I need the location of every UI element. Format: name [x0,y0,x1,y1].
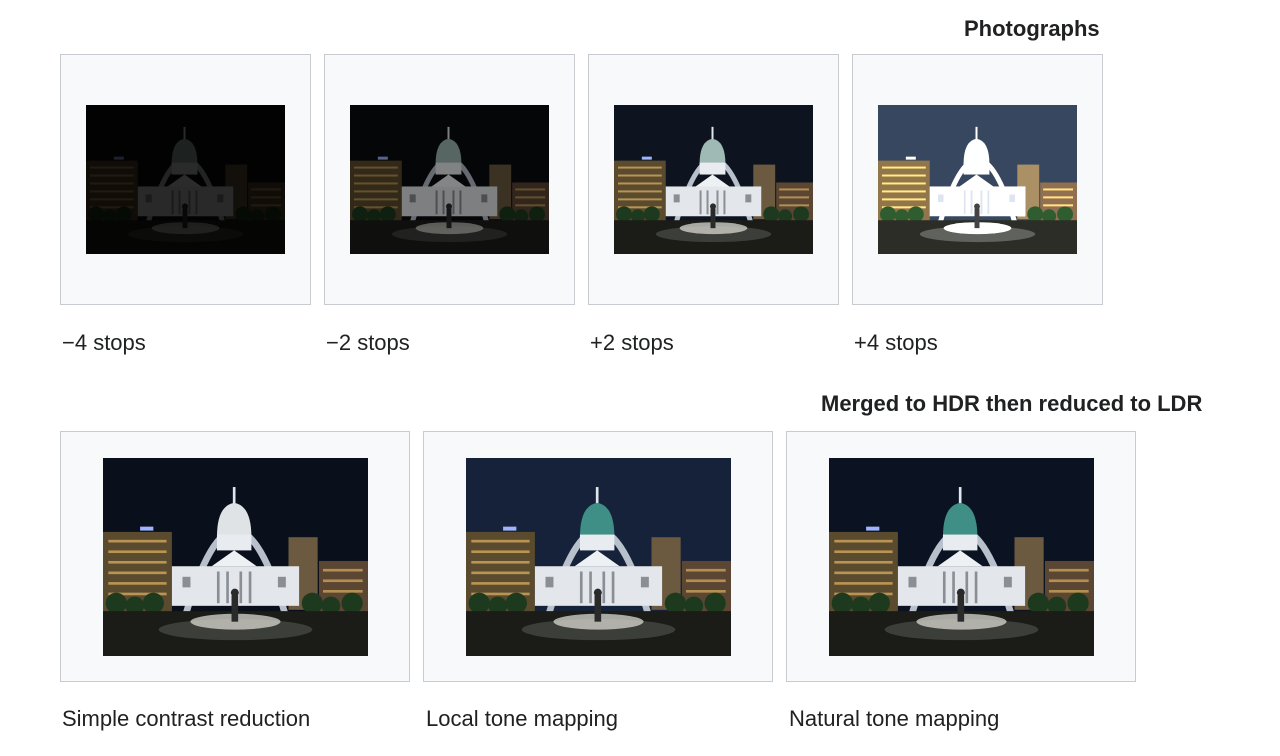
thumbnail-frame-natural-tone-mapping[interactable] [786,431,1136,682]
caption-minus-4-stops: −4 stops [62,330,146,355]
thumbnail-frame-minus-4-stops[interactable] [60,54,311,305]
thumbnail-frame-minus-2-stops[interactable] [324,54,575,305]
caption-minus-2-stops: −2 stops [326,330,410,355]
caption-natural-tone-mapping: Natural tone mapping [789,706,1000,731]
thumbnail-frame-local-tone-mapping[interactable] [423,431,773,682]
caption-plus-4-stops: +4 stops [854,330,938,355]
caption-plus-2-stops: +2 stops [590,330,674,355]
caption-local-tone-mapping: Local tone mapping [426,706,619,731]
photo-plus-4-stops[interactable] [878,105,1077,254]
caption-simple-contrast-reduction: Simple contrast reduction [62,706,311,731]
section-title-photographs: Photographs [964,16,1100,41]
thumbnail-frame-plus-2-stops[interactable] [588,54,839,305]
photo-minus-2-stops[interactable] [350,105,549,254]
thumbnail-frame-plus-4-stops[interactable] [852,54,1103,305]
thumbnail-frame-simple-contrast-reduction[interactable] [60,431,410,682]
photo-natural-tone-mapping[interactable] [829,458,1094,656]
photo-plus-2-stops[interactable] [614,105,813,254]
photo-local-tone-mapping[interactable] [466,458,731,656]
photo-simple-contrast-reduction[interactable] [103,458,368,656]
photo-minus-4-stops[interactable] [86,105,285,254]
section-title-merged-hdr: Merged to HDR then reduced to LDR [821,391,1203,416]
